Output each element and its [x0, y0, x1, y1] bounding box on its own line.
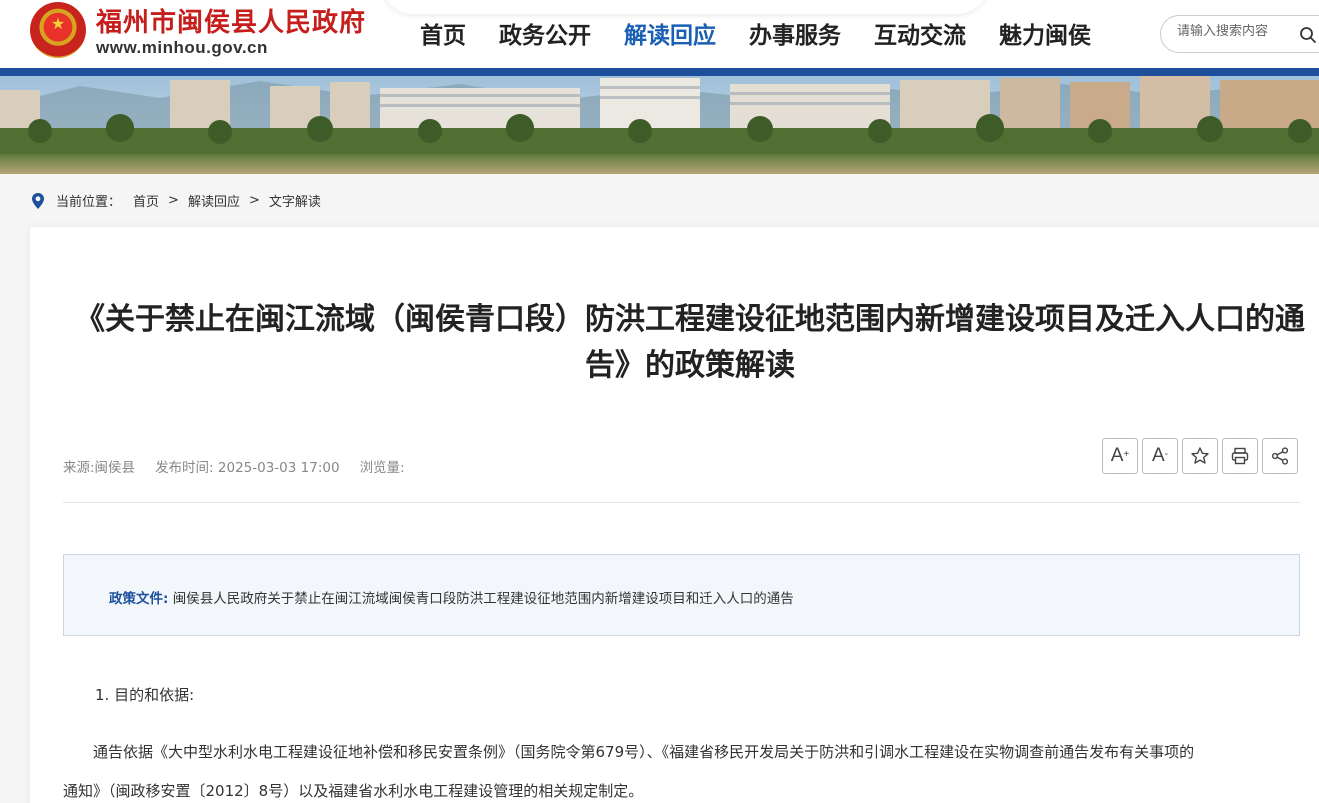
banner-top-bar — [0, 68, 1319, 76]
site-name[interactable]: 福州市闽侯县人民政府 — [96, 2, 366, 39]
paragraph-line: 通告依据《大中型水利水电工程建设征地补偿和移民安置条例》（国务院令第679号）、… — [93, 743, 1195, 761]
print-icon — [1231, 447, 1249, 465]
paragraph-line: 通知》（闽政移安置〔2012〕8号）以及福建省水利水电工程建设管理的相关规定制定… — [63, 782, 644, 800]
search-box — [1160, 15, 1319, 53]
policy-document-link[interactable]: 闽侯县人民政府关于禁止在闽江流域闽侯青口段防洪工程建设征地范围内新增建设项目和迁… — [173, 591, 794, 607]
nav-item-services[interactable]: 办事服务 — [749, 16, 841, 50]
section-heading: 1. 目的和依据: — [95, 686, 195, 704]
article-views: 浏览量: — [359, 460, 405, 476]
policy-label: 政策文件: — [109, 591, 169, 607]
nav-item-charm-minhou[interactable]: 魅力闽侯 — [999, 16, 1091, 50]
nav-item-home[interactable]: 首页 — [420, 16, 466, 50]
meta-divider — [63, 502, 1300, 503]
policy-document-box: 政策文件: 闽侯县人民政府关于禁止在闽江流域闽侯青口段防洪工程建设征地范围内新增… — [63, 554, 1300, 636]
header-decoration — [380, 0, 990, 14]
nav-item-interpretation[interactable]: 解读回应 — [624, 16, 716, 50]
article-meta: 来源:闽侯县 发布时间: 2025-03-03 17:00 浏览量: — [63, 456, 425, 476]
site-header: ★ 福州市闽侯县人民政府 www.minhou.gov.cn 首页 政务公开 解… — [0, 0, 1319, 70]
cityscape-illustration — [0, 76, 1319, 174]
article-source: 来源:闽侯县 — [63, 460, 136, 476]
nav-item-interaction[interactable]: 互动交流 — [874, 16, 966, 50]
breadcrumb-separator: > — [248, 193, 260, 208]
print-button[interactable] — [1222, 438, 1258, 474]
font-larger-button[interactable]: A + — [1102, 438, 1138, 474]
font-smaller-button[interactable]: A- — [1142, 438, 1178, 474]
search-icon[interactable] — [1299, 26, 1317, 44]
breadcrumb-item-text-interpretation[interactable]: 文字解读 — [269, 191, 321, 210]
share-button[interactable] — [1262, 438, 1298, 474]
favorite-button[interactable] — [1182, 438, 1218, 474]
article-toolbar: A + A- — [1102, 438, 1302, 474]
star-icon — [1191, 447, 1209, 464]
breadcrumb-separator: > — [168, 193, 179, 208]
article-title: 《关于禁止在闽江流域（闽侯青口段）防洪工程建设征地范围内新增建设项目及迁入人口的… — [75, 302, 1305, 383]
national-emblem-icon[interactable]: ★ — [30, 2, 86, 58]
site-url[interactable]: www.minhou.gov.cn — [96, 38, 268, 58]
breadcrumb: 当前位置： 首页 > 解读回应 > 文字解读 — [30, 191, 321, 210]
banner-image — [0, 76, 1319, 174]
main-nav: 首页 政务公开 解读回应 办事服务 互动交流 魅力闽侯 — [420, 16, 1124, 50]
search-input[interactable] — [1177, 24, 1287, 39]
breadcrumb-item-interpretation[interactable]: 解读回应 — [188, 191, 240, 210]
article-publish-time: 发布时间: 2025-03-03 17:00 — [155, 460, 340, 476]
nav-item-government-affairs[interactable]: 政务公开 — [499, 16, 591, 50]
article-card: 《关于禁止在闽江流域（闽侯青口段）防洪工程建设征地范围内新增建设项目及迁入人口的… — [30, 227, 1319, 803]
location-pin-icon — [32, 192, 44, 209]
share-icon — [1271, 447, 1289, 465]
breadcrumb-label: 当前位置： — [56, 195, 122, 210]
star-icon: ★ — [50, 14, 66, 34]
breadcrumb-item-home[interactable]: 首页 — [133, 191, 159, 210]
